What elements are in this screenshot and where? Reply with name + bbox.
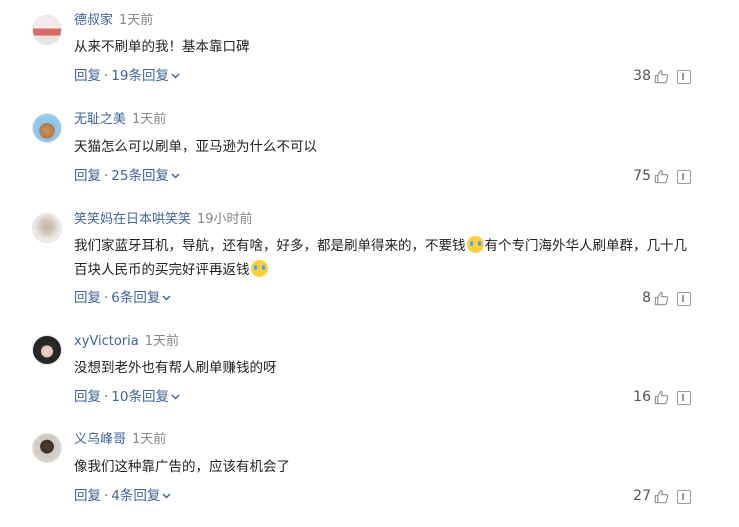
comment-text: 像我们这种靠广告的，应该有机会了: [74, 459, 290, 475]
author-name[interactable]: 笑笑妈在日本哄笑笑: [74, 212, 191, 227]
like-count: 8: [642, 290, 651, 306]
comment-item: 德叔家 1天前 从来不刷单的我！基本靠口碑 回复 · 19条回复 38: [0, 0, 739, 100]
separator-dot: ·: [104, 290, 109, 306]
comment-text-part: 我们家蓝牙耳机，导航，还有啥，好多，都是刷单得来的，不要钱: [74, 238, 466, 254]
chevron-down-icon: [171, 173, 180, 179]
report-icon[interactable]: [677, 490, 691, 504]
thumbs-up-icon: [654, 390, 669, 404]
comment-time: 1天前: [132, 432, 167, 447]
comment-time: 1天前: [132, 112, 167, 127]
thumbs-up-icon: [654, 169, 669, 183]
replies-count: 19条回复: [111, 68, 169, 84]
avatar[interactable]: [32, 113, 62, 143]
crying-emoji-icon: [250, 260, 268, 277]
author-name[interactable]: 德叔家: [74, 13, 113, 28]
view-replies-button[interactable]: 19条回复: [111, 68, 180, 84]
chevron-down-icon: [171, 73, 180, 79]
reply-button[interactable]: 回复: [74, 488, 101, 504]
comment-item: xyVictoria 1天前 没想到老外也有帮人刷单赚钱的呀 回复 · 10条回复 1…: [0, 321, 739, 421]
avatar[interactable]: [32, 433, 62, 463]
crying-emoji-icon: [466, 236, 484, 253]
report-icon[interactable]: [677, 292, 691, 306]
replies-count: 25条回复: [111, 168, 169, 184]
reply-button[interactable]: 回复: [74, 290, 101, 306]
view-replies-button[interactable]: 25条回复: [111, 168, 180, 184]
chevron-down-icon: [162, 295, 171, 301]
replies-count: 6条回复: [111, 290, 161, 306]
separator-dot: ·: [104, 488, 109, 504]
separator-dot: ·: [104, 68, 109, 84]
replies-count: 4条回复: [111, 488, 161, 504]
report-icon[interactable]: [677, 170, 691, 184]
author-name[interactable]: 无耻之美: [74, 112, 126, 127]
like-button[interactable]: 38: [633, 67, 669, 85]
report-icon[interactable]: [677, 391, 691, 405]
comment-item: 义乌峰哥 1天前 像我们这种靠广告的，应该有机会了 回复 · 4条回复 27: [0, 420, 739, 527]
thumbs-up-icon: [654, 291, 669, 305]
comment-text: 没想到老外也有帮人刷单赚钱的呀: [74, 360, 277, 376]
separator-dot: ·: [104, 168, 109, 184]
reply-button[interactable]: 回复: [74, 389, 101, 405]
thumbs-up-icon: [654, 69, 669, 83]
view-replies-button[interactable]: 4条回复: [111, 488, 171, 504]
like-count: 27: [633, 488, 651, 504]
chevron-down-icon: [162, 493, 171, 499]
replies-count: 10条回复: [111, 389, 169, 405]
view-replies-button[interactable]: 6条回复: [111, 290, 171, 306]
comment-text: 我们家蓝牙耳机，导航，还有啥，好多，都是刷单得来的，不要钱 有个专门海外华人刷单群…: [74, 234, 694, 282]
like-count: 16: [633, 389, 651, 405]
comment-time: 1天前: [119, 13, 154, 28]
comment-item: 笑笑妈在日本哄笑笑 19小时前 我们家蓝牙耳机，导航，还有啥，好多，都是刷单得来的…: [0, 200, 739, 320]
avatar[interactable]: [32, 213, 62, 243]
like-count: 38: [633, 68, 651, 84]
chevron-down-icon: [171, 394, 180, 400]
comment-text: 从来不刷单的我！基本靠口碑: [74, 39, 250, 55]
like-button[interactable]: 75: [633, 167, 669, 185]
thumbs-up-icon: [654, 489, 669, 503]
like-button[interactable]: 8: [642, 289, 669, 307]
comment-item: 无耻之美 1天前 天猫怎么可以刷单，亚马逊为什么不可以 回复 · 25条回复 75: [0, 100, 739, 200]
author-name[interactable]: 义乌峰哥: [74, 432, 126, 447]
like-count: 75: [633, 168, 651, 184]
comment-text: 天猫怎么可以刷单，亚马逊为什么不可以: [74, 139, 317, 155]
avatar[interactable]: [32, 15, 62, 45]
reply-button[interactable]: 回复: [74, 168, 101, 184]
author-name[interactable]: xyVictoria: [74, 334, 139, 349]
like-button[interactable]: 27: [633, 487, 669, 505]
comment-time: 19小时前: [197, 212, 253, 227]
report-icon[interactable]: [677, 70, 691, 84]
avatar[interactable]: [32, 335, 62, 365]
like-button[interactable]: 16: [633, 388, 669, 406]
separator-dot: ·: [104, 389, 109, 405]
view-replies-button[interactable]: 10条回复: [111, 389, 180, 405]
reply-button[interactable]: 回复: [74, 68, 101, 84]
comment-time: 1天前: [144, 334, 180, 349]
